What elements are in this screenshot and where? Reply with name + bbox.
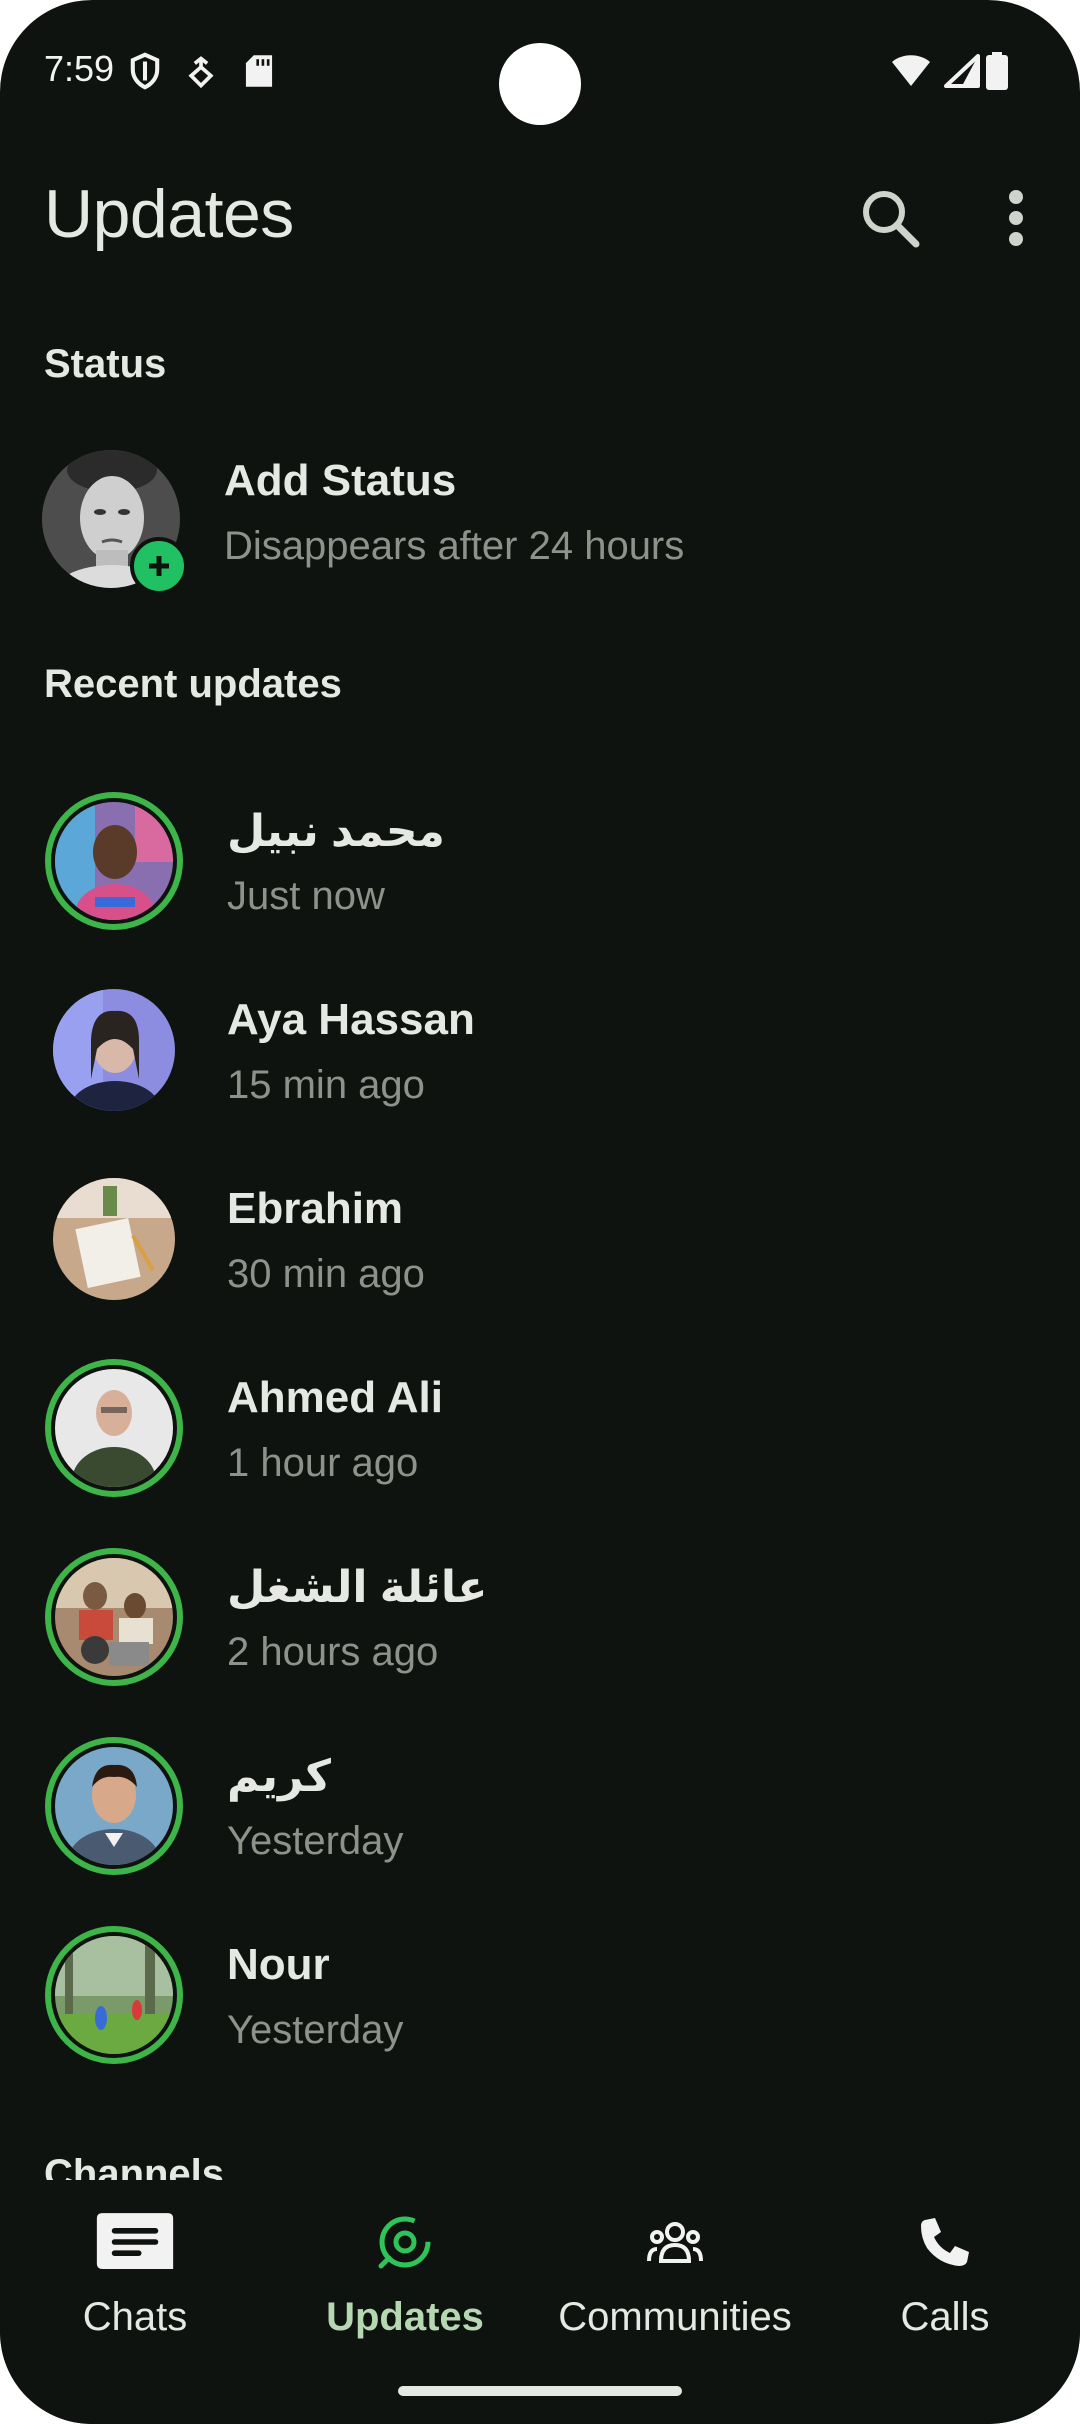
nav-updates[interactable]: Updates <box>270 2180 540 2380</box>
avatar <box>55 802 173 920</box>
status-time: 7:59 <box>44 48 115 89</box>
front-camera <box>499 43 581 125</box>
contact-name: Nour <box>227 1940 330 1989</box>
status-item[interactable]: محمد نبيل Just now <box>0 792 1080 962</box>
battery-icon <box>986 52 1008 95</box>
status-time: Just now <box>227 874 385 918</box>
contact-name: Aya Hassan <box>227 995 475 1044</box>
search-button[interactable] <box>850 178 930 258</box>
more-vert-icon <box>1009 190 1023 246</box>
nav-communities[interactable]: Communities <box>540 2180 810 2380</box>
shield-icon <box>128 52 162 95</box>
status-item[interactable]: كريم Yesterday <box>0 1737 1080 1907</box>
contact-name: Ahmed Ali <box>227 1373 443 1422</box>
chats-icon <box>95 2202 175 2282</box>
add-status-badge <box>130 537 188 595</box>
add-status-subtitle: Disappears after 24 hours <box>224 524 685 568</box>
status-bar: 7:59 <box>0 0 1080 140</box>
status-item[interactable]: عائلة الشغل 2 hours ago <box>0 1548 1080 1718</box>
add-status-label: Add Status <box>224 456 457 505</box>
communities-icon <box>635 2202 715 2282</box>
home-indicator[interactable] <box>398 2386 682 2396</box>
search-icon <box>863 191 920 248</box>
status-time: 2 hours ago <box>227 1630 439 1674</box>
status-time: 1 hour ago <box>227 1441 419 1485</box>
status-item[interactable]: Nour Yesterday <box>0 1926 1080 2096</box>
avatar <box>55 1747 173 1865</box>
status-item[interactable]: Aya Hassan 15 min ago <box>0 981 1080 1151</box>
status-time: 15 min ago <box>227 1063 425 1107</box>
avatar <box>53 989 175 1111</box>
nav-label: Calls <box>900 2295 990 2339</box>
plus-icon <box>149 556 169 576</box>
avatar <box>53 1178 175 1300</box>
avatar <box>55 1558 173 1676</box>
status-time: 30 min ago <box>227 1252 425 1296</box>
avatar <box>55 1936 173 2054</box>
cellular-signal-icon <box>944 54 980 93</box>
status-time: Yesterday <box>227 1819 404 1863</box>
contact-name: محمد نبيل <box>227 807 445 856</box>
more-options-button[interactable] <box>986 178 1046 258</box>
nav-calls[interactable]: Calls <box>810 2180 1080 2380</box>
nav-label: Updates <box>326 2295 484 2339</box>
nav-label: Chats <box>82 2295 188 2339</box>
status-time: Yesterday <box>227 2008 404 2052</box>
status-item[interactable]: Ahmed Ali 1 hour ago <box>0 1359 1080 1529</box>
contact-name: كريم <box>227 1752 331 1801</box>
phone-icon <box>905 2202 985 2282</box>
status-item[interactable]: Ebrahim 30 min ago <box>0 1170 1080 1340</box>
page-title: Updates <box>44 176 294 252</box>
nav-chats[interactable]: Chats <box>0 2180 270 2380</box>
status-section-title: Status <box>44 342 167 386</box>
add-status-row[interactable]: Add Status Disappears after 24 hours <box>0 440 1080 600</box>
updates-icon <box>365 2202 445 2282</box>
data-saver-icon <box>186 56 216 93</box>
recent-updates-title: Recent updates <box>44 662 342 706</box>
wifi-icon <box>890 54 932 93</box>
contact-name: Ebrahim <box>227 1184 404 1233</box>
nav-label: Communities <box>558 2295 792 2339</box>
sd-card-icon <box>244 54 274 93</box>
avatar <box>55 1369 173 1487</box>
contact-name: عائلة الشغل <box>227 1563 488 1612</box>
phone-screen: 7:59 Updates Status Add Status Disappear… <box>0 0 1080 2424</box>
